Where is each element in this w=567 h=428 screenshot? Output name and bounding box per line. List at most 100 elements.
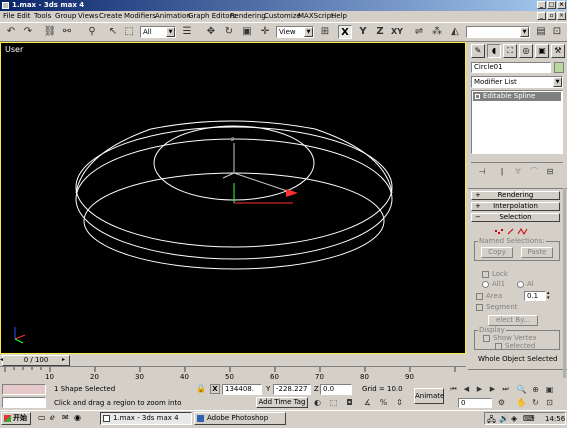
- minimize-button[interactable]: _: [537, 1, 546, 9]
- reference-coordinate-dropdown[interactable]: View ▼: [276, 26, 314, 38]
- stack-item-editable-spline[interactable]: Editable Spline: [473, 92, 561, 101]
- lock-checkbox[interactable]: [482, 271, 489, 278]
- axis-y-button[interactable]: Y: [356, 25, 370, 39]
- angle-snap-icon[interactable]: ∡: [362, 397, 373, 408]
- axis-z-button[interactable]: Z: [373, 25, 387, 39]
- menu-maxscript[interactable]: MAXScript: [298, 11, 334, 22]
- slider-left-arrow-icon[interactable]: ◂: [0, 356, 3, 363]
- hierarchy-tab-icon[interactable]: ⛶: [503, 44, 517, 58]
- menu-tools[interactable]: Tools: [34, 11, 51, 22]
- menu-rendering[interactable]: Rendering: [230, 11, 266, 22]
- menu-modifiers[interactable]: Modifiers: [124, 11, 156, 22]
- close-button[interactable]: ×: [557, 1, 566, 9]
- tray-app-icon[interactable]: ◈: [511, 414, 517, 423]
- segment-checkbox[interactable]: [476, 304, 483, 311]
- pin-stack-icon[interactable]: ⊣: [475, 165, 489, 179]
- select-manipulate-icon[interactable]: ✛: [258, 25, 272, 39]
- time-config-icon[interactable]: ⚙: [496, 397, 507, 408]
- maxscript-input[interactable]: [2, 397, 46, 408]
- menu-help[interactable]: Help: [331, 11, 347, 22]
- menu-graph-editors[interactable]: Graph Editors: [188, 11, 236, 22]
- select-by-name-icon[interactable]: ☰: [180, 25, 194, 39]
- expand-icon[interactable]: [475, 94, 480, 99]
- paste-button[interactable]: Paste: [521, 247, 553, 258]
- object-color-swatch[interactable]: [554, 62, 564, 73]
- animate-button[interactable]: Animate: [414, 388, 444, 404]
- current-frame-field[interactable]: 0: [458, 398, 492, 408]
- move-icon[interactable]: ✥: [204, 25, 218, 39]
- display-tab-icon[interactable]: ▣: [535, 44, 549, 58]
- modify-tab-icon[interactable]: ◖: [487, 44, 501, 58]
- doc-close-button[interactable]: ×: [557, 12, 566, 20]
- align-icon[interactable]: ◭: [448, 25, 462, 39]
- zoom-all-icon[interactable]: ⊕: [530, 384, 541, 395]
- go-to-end-icon[interactable]: ⏭: [500, 384, 511, 395]
- object-name-field[interactable]: Circle01: [471, 62, 551, 73]
- menu-views[interactable]: Views: [78, 11, 98, 22]
- doc-restore-button[interactable]: ▫: [547, 12, 556, 20]
- rendering-rollout[interactable]: + Rendering: [471, 191, 560, 200]
- show-desktop-icon[interactable]: ▭: [38, 413, 46, 422]
- viewport-user[interactable]: User z: [0, 42, 466, 354]
- track-view-icon[interactable]: ▤: [534, 25, 548, 39]
- rotate-icon[interactable]: ↻: [222, 25, 236, 39]
- interpolation-rollout[interactable]: + Interpolation: [471, 202, 560, 211]
- link-icon[interactable]: ⛓: [43, 25, 57, 39]
- y-coordinate-field[interactable]: -228.227: [273, 384, 311, 395]
- task-photoshop[interactable]: Adobe Photoshop: [194, 412, 286, 425]
- configure-sets-icon[interactable]: ⊟: [543, 165, 557, 179]
- area-spinner-input[interactable]: 0.1: [524, 291, 546, 301]
- named-selection-sets-dropdown[interactable]: ▼: [466, 26, 530, 38]
- scale-icon[interactable]: ▣: [240, 25, 254, 39]
- degradation-override-icon[interactable]: ◐: [312, 397, 323, 408]
- track-bar[interactable]: 10 20 30 40 50 60 70 80 90: [0, 366, 466, 382]
- zoom-extents-icon[interactable]: ▣: [544, 384, 555, 395]
- create-tab-icon[interactable]: ✎: [471, 44, 485, 58]
- x-coordinate-field[interactable]: 134408.: [222, 384, 262, 395]
- outlook-icon[interactable]: ✉: [62, 413, 69, 422]
- undo-icon[interactable]: ↶: [4, 25, 18, 39]
- remove-modifier-icon[interactable]: ⌒: [527, 165, 541, 179]
- redo-icon[interactable]: ↷: [21, 25, 35, 39]
- ime-icon[interactable]: ⌨: [523, 414, 535, 423]
- rollout-scrollbar[interactable]: [563, 188, 566, 378]
- media-icon[interactable]: ◉: [74, 413, 81, 422]
- area-checkbox[interactable]: [476, 293, 483, 300]
- utilities-tab-icon[interactable]: ⚒: [551, 44, 565, 58]
- menu-animation[interactable]: Animation: [155, 11, 191, 22]
- menu-customize[interactable]: Customize: [264, 11, 301, 22]
- lock-selection-icon[interactable]: 🔒: [196, 384, 206, 393]
- show-vertex-checkbox[interactable]: [483, 335, 490, 342]
- network-icon[interactable]: 🖧: [487, 414, 496, 428]
- pan-icon[interactable]: ✋: [516, 397, 527, 408]
- min-max-toggle-icon[interactable]: ⊡: [544, 397, 555, 408]
- mirror-icon[interactable]: ⇌: [412, 25, 426, 39]
- time-slider-thumb[interactable]: 0 / 100: [2, 355, 70, 366]
- unlink-icon[interactable]: ⚯: [60, 25, 74, 39]
- previous-frame-icon[interactable]: ◀: [461, 384, 472, 395]
- axis-xy-button[interactable]: XY: [390, 25, 404, 39]
- select-by-button[interactable]: elect By...: [488, 315, 538, 326]
- show-end-result-icon[interactable]: ǀ: [495, 165, 509, 179]
- ie-icon[interactable]: ℯ: [50, 413, 55, 422]
- maximize-button[interactable]: □: [547, 1, 556, 9]
- maxscript-listener-mini[interactable]: [2, 384, 46, 395]
- menu-edit[interactable]: Edit: [17, 11, 31, 22]
- snap-toggle-icon[interactable]: ◘: [344, 397, 355, 408]
- absolute-mode-icon[interactable]: X: [210, 384, 220, 394]
- speaker-icon[interactable]: 🔊: [499, 414, 509, 423]
- subobject-level-icons[interactable]: [493, 227, 533, 237]
- spinner-arrows-icon[interactable]: ▴ ▾: [547, 291, 553, 301]
- menu-create[interactable]: Create: [99, 11, 122, 22]
- percent-snap-icon[interactable]: %: [378, 397, 389, 408]
- selection-rollout[interactable]: − Selection: [471, 213, 560, 222]
- play-icon[interactable]: ▶: [474, 384, 485, 395]
- start-button[interactable]: 开始: [1, 412, 31, 425]
- pivot-center-icon[interactable]: ⊞: [318, 25, 332, 39]
- spinner-snap-icon[interactable]: ⇕: [394, 397, 405, 408]
- doc-minimize-button[interactable]: _: [537, 12, 546, 20]
- bind-space-warp-icon[interactable]: ⚲: [85, 25, 99, 39]
- task-3dsmax[interactable]: 1.max - 3ds max 4: [100, 412, 192, 425]
- go-to-start-icon[interactable]: ⏮: [448, 384, 459, 395]
- schematic-view-icon[interactable]: ⊡: [550, 25, 564, 39]
